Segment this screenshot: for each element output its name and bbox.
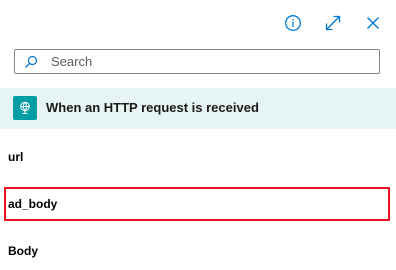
token-label: ad_body: [8, 197, 58, 211]
expand-icon: [325, 15, 341, 31]
token-label: url: [8, 150, 24, 164]
search-icon: [25, 55, 38, 68]
panel-header: [0, 0, 396, 44]
search-input[interactable]: [51, 50, 371, 73]
close-button[interactable]: [362, 12, 384, 34]
token-item-url[interactable]: url: [0, 140, 396, 174]
search-box[interactable]: [14, 49, 380, 74]
http-request-icon: [13, 96, 37, 120]
token-label: Body: [8, 244, 38, 258]
expand-button[interactable]: [322, 12, 344, 34]
trigger-title: When an HTTP request is received: [46, 100, 259, 115]
token-item-body[interactable]: Body: [0, 234, 396, 268]
token-item-ad-body[interactable]: ad_body: [0, 186, 396, 220]
trigger-section-header[interactable]: When an HTTP request is received: [0, 88, 396, 129]
info-button[interactable]: [282, 12, 304, 34]
info-icon: [285, 15, 301, 31]
close-icon: [367, 17, 379, 29]
dynamic-content-panel: When an HTTP request is received url ad_…: [0, 0, 396, 270]
